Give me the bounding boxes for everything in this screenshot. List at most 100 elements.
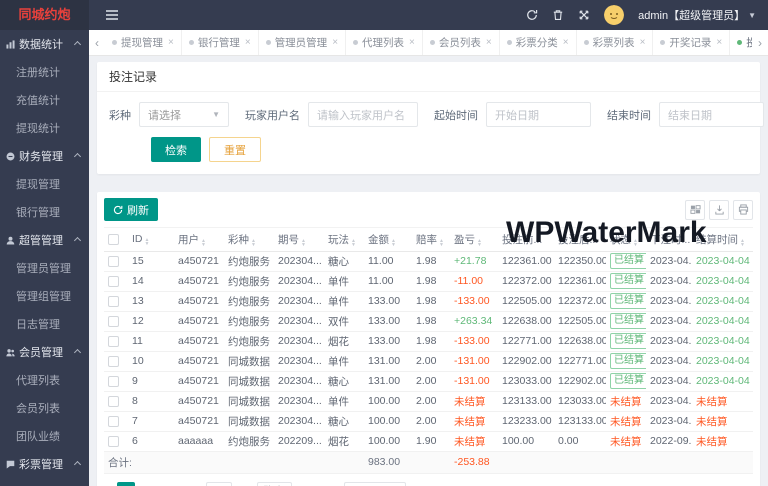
row-checkbox[interactable] bbox=[108, 356, 119, 367]
odds-cell: 1.90 bbox=[412, 431, 450, 451]
sidebar-section-header[interactable]: 数据统计 bbox=[0, 30, 89, 58]
tab-label: 彩票分类 bbox=[516, 35, 558, 50]
id-cell: 8 bbox=[128, 391, 174, 411]
lottery-type-select[interactable]: 请选择▼ bbox=[139, 102, 229, 127]
bet_time-cell: 2023-04... bbox=[646, 291, 692, 311]
row-checkbox[interactable] bbox=[108, 336, 119, 347]
sidebar-item[interactable]: 提现统计 bbox=[0, 114, 89, 142]
odds-cell: 2.00 bbox=[412, 391, 450, 411]
sidebar-item[interactable]: 管理员管理 bbox=[0, 254, 89, 282]
odds-cell: 2.00 bbox=[412, 411, 450, 431]
row-checkbox[interactable] bbox=[108, 416, 119, 427]
input-placeholder: 开始日期 bbox=[495, 107, 539, 123]
close-tab-icon[interactable]: × bbox=[640, 37, 646, 48]
collapse-caret-icon bbox=[74, 40, 81, 47]
end-date-input[interactable]: 结束日期 bbox=[659, 102, 764, 127]
confirm-page-button[interactable]: 确定 bbox=[257, 482, 292, 486]
reset-button[interactable]: 重置 bbox=[209, 137, 261, 162]
sidebar-item[interactable]: 会员列表 bbox=[0, 394, 89, 422]
sidebar-nav: 数据统计注册统计充值统计提现统计财务管理提现管理银行管理超管管理管理员管理管理组… bbox=[0, 30, 89, 486]
columns-filter-button[interactable] bbox=[685, 200, 705, 220]
page-number[interactable]: 2 bbox=[142, 482, 160, 486]
menu-toggle-icon[interactable] bbox=[105, 9, 119, 21]
tab-active[interactable]: 投注记录× bbox=[730, 30, 752, 55]
sidebar-item[interactable]: 日志管理 bbox=[0, 310, 89, 338]
sidebar-section-header[interactable]: 超管管理 bbox=[0, 226, 89, 254]
search-button[interactable]: 检索 bbox=[151, 137, 201, 162]
topbar-right: admin【超级管理员】 ▼ bbox=[526, 5, 756, 25]
tab-item[interactable]: 开奖记录× bbox=[653, 30, 730, 55]
tab-item[interactable]: 彩票分类 × bbox=[500, 30, 577, 55]
row-checkbox[interactable] bbox=[108, 376, 119, 387]
close-tab-icon[interactable]: × bbox=[716, 37, 722, 48]
tabs-scroll-left-icon[interactable]: ‹ bbox=[89, 36, 105, 50]
admin-dropdown[interactable]: admin【超级管理员】 ▼ bbox=[638, 7, 756, 23]
goto-page-input[interactable]: 1 bbox=[206, 482, 232, 486]
print-button[interactable] bbox=[733, 200, 753, 220]
row-checkbox[interactable] bbox=[108, 256, 119, 267]
close-tab-icon[interactable]: × bbox=[563, 37, 569, 48]
form-field: 玩家用户名请输入玩家用户名 bbox=[245, 102, 418, 127]
start-date-input[interactable]: 开始日期 bbox=[486, 102, 591, 127]
sidebar-item[interactable]: 代理列表 bbox=[0, 366, 89, 394]
odds-cell: 1.98 bbox=[412, 251, 450, 271]
sort-icon[interactable]: ▲▼ bbox=[251, 239, 256, 247]
sort-icon[interactable]: ▲▼ bbox=[633, 239, 638, 247]
close-tab-icon[interactable]: × bbox=[486, 37, 492, 48]
sort-icon[interactable]: ▲▼ bbox=[201, 239, 206, 247]
tab-item[interactable]: 彩票列表× bbox=[577, 30, 654, 55]
row-checkbox[interactable] bbox=[108, 316, 119, 327]
tab-label: 银行管理 bbox=[198, 35, 240, 50]
tab-item[interactable]: 代理列表× bbox=[346, 30, 423, 55]
field-label: 起始时间 bbox=[434, 107, 478, 123]
sidebar-section-header[interactable]: 会员管理 bbox=[0, 338, 89, 366]
sort-icon[interactable]: ▲▼ bbox=[740, 239, 745, 247]
sidebar-item[interactable]: 管理组管理 bbox=[0, 282, 89, 310]
close-tab-icon[interactable]: × bbox=[168, 37, 174, 48]
user-avatar[interactable] bbox=[604, 5, 624, 25]
tab-item[interactable]: 提现管理× bbox=[105, 30, 182, 55]
row-checkbox[interactable] bbox=[108, 436, 119, 447]
refresh-icon[interactable] bbox=[526, 9, 538, 21]
bets-table: ID▲▼用户▲▼彩种▲▼期号▲▼玩法▲▼金额▲▼赔率▲▼盈亏▲▼投注前...投注… bbox=[104, 228, 753, 474]
tab-bar: ‹ 提现管理×银行管理×管理员管理×代理列表×会员列表×彩票分类×彩票列表×开奖… bbox=[89, 30, 768, 56]
input-placeholder: 结束日期 bbox=[668, 107, 712, 123]
close-tab-icon[interactable]: × bbox=[332, 37, 338, 48]
fullscreen-icon[interactable] bbox=[578, 9, 590, 21]
sidebar-item[interactable]: 银行管理 bbox=[0, 198, 89, 226]
tab-item[interactable]: 管理员管理× bbox=[259, 30, 346, 55]
close-tab-icon[interactable]: × bbox=[409, 37, 415, 48]
trash-icon[interactable] bbox=[552, 9, 564, 21]
sort-icon[interactable]: ▲▼ bbox=[477, 239, 482, 247]
tab-item[interactable]: 银行管理 × bbox=[182, 30, 259, 55]
column-header: 彩种▲▼ bbox=[224, 228, 274, 251]
per-page-select[interactable]: 10 条/页▼ bbox=[344, 482, 406, 486]
sort-icon[interactable]: ▲▼ bbox=[351, 239, 356, 247]
sidebar-item[interactable]: 充值统计 bbox=[0, 86, 89, 114]
sidebar-item[interactable]: 提现管理 bbox=[0, 170, 89, 198]
sidebar-item[interactable]: 注册统计 bbox=[0, 58, 89, 86]
export-button[interactable] bbox=[709, 200, 729, 220]
tab-item[interactable]: 会员列表× bbox=[423, 30, 500, 55]
sidebar-section-header[interactable]: 彩票管理 bbox=[0, 450, 89, 478]
row-checkbox[interactable] bbox=[108, 276, 119, 287]
page-number[interactable]: 1 bbox=[117, 482, 135, 486]
tabs-scroll-right-icon[interactable]: › bbox=[752, 36, 768, 50]
sort-icon[interactable]: ▲▼ bbox=[301, 239, 306, 247]
select-all-checkbox[interactable] bbox=[108, 234, 119, 245]
sidebar-item[interactable]: 团队业绩 bbox=[0, 422, 89, 450]
summary-empty-cell bbox=[498, 451, 753, 473]
table-refresh-button[interactable]: 刷新 bbox=[104, 198, 158, 221]
sidebar-section-header[interactable]: 财务管理 bbox=[0, 142, 89, 170]
sort-icon[interactable]: ▲▼ bbox=[391, 239, 396, 247]
user-cell: a450721 bbox=[174, 411, 224, 431]
player-username-input[interactable]: 请输入玩家用户名 bbox=[308, 102, 418, 127]
sidebar-item[interactable]: 彩票分类 bbox=[0, 478, 89, 486]
row-checkbox[interactable] bbox=[108, 396, 119, 407]
column-header: 用户▲▼ bbox=[174, 228, 224, 251]
row-checkbox[interactable] bbox=[108, 296, 119, 307]
close-tab-icon[interactable]: × bbox=[245, 37, 251, 48]
status-cell: 未结算 bbox=[606, 431, 646, 451]
sort-icon[interactable]: ▲▼ bbox=[145, 238, 150, 246]
sort-icon[interactable]: ▲▼ bbox=[439, 239, 444, 247]
